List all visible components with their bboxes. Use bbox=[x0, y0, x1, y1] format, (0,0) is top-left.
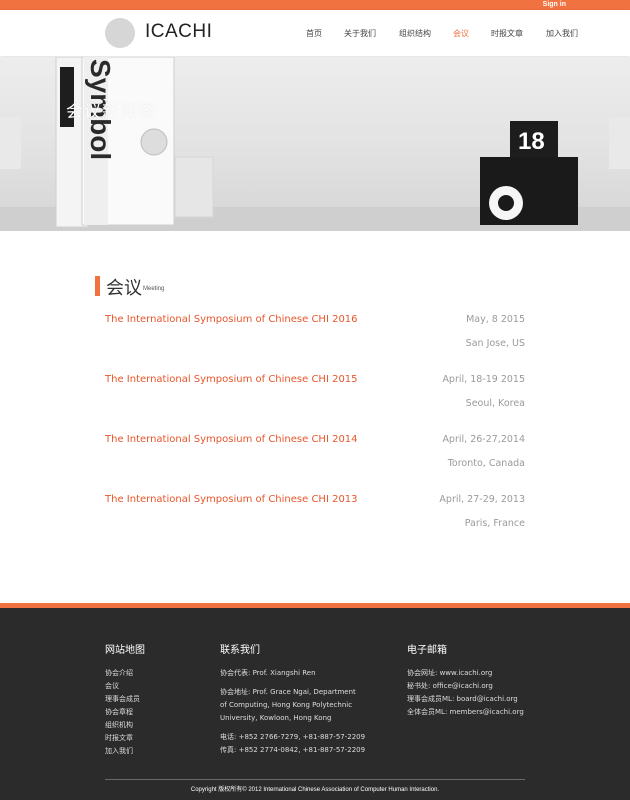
meeting-link[interactable]: The International Symposium of Chinese C… bbox=[105, 434, 358, 445]
footer-link-charter[interactable]: 协会章程 bbox=[105, 706, 145, 719]
footer-divider bbox=[105, 779, 525, 780]
nav-item-home[interactable]: 首页 bbox=[306, 28, 322, 40]
number-sign-text: 18 bbox=[518, 128, 545, 155]
heading-accent-bar bbox=[95, 276, 100, 296]
contact-address-line: 协会地址: Prof. Grace Ngai, Department bbox=[220, 688, 356, 696]
contact-phone: 电话: +852 2766-7279, +81-887-57-2209 bbox=[220, 733, 366, 741]
email-members[interactable]: 全体会员ML: members@icachi.org bbox=[407, 706, 524, 719]
meeting-item: The International Symposium of Chinese C… bbox=[105, 314, 525, 354]
footer-link-articles[interactable]: 时报文章 bbox=[105, 732, 145, 745]
nav-item-about[interactable]: 关于我们 bbox=[344, 28, 376, 40]
meeting-location: Seoul, Korea bbox=[465, 398, 525, 409]
footer-link-meetings[interactable]: 会议 bbox=[105, 680, 145, 693]
site-header: ICACHI 首页 关于我们 组织结构 会议 时报文章 加入我们 bbox=[0, 10, 630, 56]
contact-fax: 传真: +852 2774-0842, +81-887-57-2209 bbox=[220, 746, 366, 754]
meeting-link[interactable]: The International Symposium of Chinese C… bbox=[105, 494, 358, 505]
footer-email: 电子邮箱 协会网址: www.icachi.org 秘书处: office@ic… bbox=[407, 641, 524, 719]
meeting-date: April, 26-27,2014 bbox=[442, 434, 525, 445]
carousel-next-button[interactable] bbox=[609, 117, 630, 169]
nav-item-join[interactable]: 加入我们 bbox=[546, 28, 578, 40]
meeting-location: Paris, France bbox=[464, 518, 525, 529]
meeting-date: April, 27-29, 2013 bbox=[439, 494, 525, 505]
section-title: 会议 bbox=[106, 278, 142, 299]
copyright-text: Copyright 版权所有© 2012 International Chine… bbox=[190, 787, 440, 793]
hero-banner: Symbol 18 会议新闻图 bbox=[0, 57, 630, 231]
contact-address-line: of Computing, Hong Kong Polytechnic bbox=[220, 701, 353, 709]
footer-contact: 联系我们 协会代表: Prof. Xiangshi Ren 协会地址: Prof… bbox=[220, 641, 365, 763]
logo-icon[interactable] bbox=[105, 18, 135, 48]
section-subtitle: Meeting bbox=[143, 286, 165, 292]
sign-in-link[interactable]: Sign in bbox=[543, 0, 566, 10]
meeting-location: San Jose, US bbox=[465, 338, 525, 349]
sitemap-heading: 网站地图 bbox=[105, 645, 145, 656]
site-footer: 网站地图 协会介绍 会议 理事会成员 协会章程 组织机构 时报文章 加入我们 联… bbox=[0, 608, 630, 800]
contact-heading: 联系我们 bbox=[220, 645, 260, 656]
footer-link-board[interactable]: 理事会成员 bbox=[105, 693, 145, 706]
meeting-location: Toronto, Canada bbox=[447, 458, 525, 469]
email-board[interactable]: 理事会成员ML: board@icachi.org bbox=[407, 693, 524, 706]
nav-item-meetings[interactable]: 会议 bbox=[453, 28, 469, 40]
footer-link-join[interactable]: 加入我们 bbox=[105, 745, 145, 758]
email-office[interactable]: 秘书处: office@icachi.org bbox=[407, 680, 524, 693]
nav-item-organization[interactable]: 组织结构 bbox=[399, 28, 431, 40]
footer-link-intro[interactable]: 协会介绍 bbox=[105, 667, 145, 680]
carousel-prev-button[interactable] bbox=[0, 117, 21, 169]
logo-text[interactable]: ICACHI bbox=[145, 21, 212, 43]
contact-representative: 协会代表: Prof. Xiangshi Ren bbox=[220, 669, 316, 677]
email-heading: 电子邮箱 bbox=[407, 645, 447, 656]
meeting-link[interactable]: The International Symposium of Chinese C… bbox=[105, 374, 358, 385]
email-website[interactable]: 协会网址: www.icachi.org bbox=[407, 667, 524, 680]
meeting-date: May, 8 2015 bbox=[466, 314, 525, 325]
contact-address-line: University, Kowloon, Hong Kong bbox=[220, 714, 332, 722]
footer-link-organization[interactable]: 组织机构 bbox=[105, 719, 145, 732]
hero-photo: Symbol 18 bbox=[0, 57, 630, 231]
meeting-item: The International Symposium of Chinese C… bbox=[105, 374, 525, 414]
meeting-item: The International Symposium of Chinese C… bbox=[105, 494, 525, 534]
hero-title: 会议新闻图 bbox=[66, 102, 156, 122]
meeting-item: The International Symposium of Chinese C… bbox=[105, 434, 525, 474]
top-accent-strip bbox=[0, 0, 630, 10]
meeting-date: April, 18-19 2015 bbox=[442, 374, 525, 385]
footer-sitemap: 网站地图 协会介绍 会议 理事会成员 协会章程 组织机构 时报文章 加入我们 bbox=[105, 641, 145, 758]
nav-item-articles[interactable]: 时报文章 bbox=[491, 28, 523, 40]
meeting-link[interactable]: The International Symposium of Chinese C… bbox=[105, 314, 358, 325]
